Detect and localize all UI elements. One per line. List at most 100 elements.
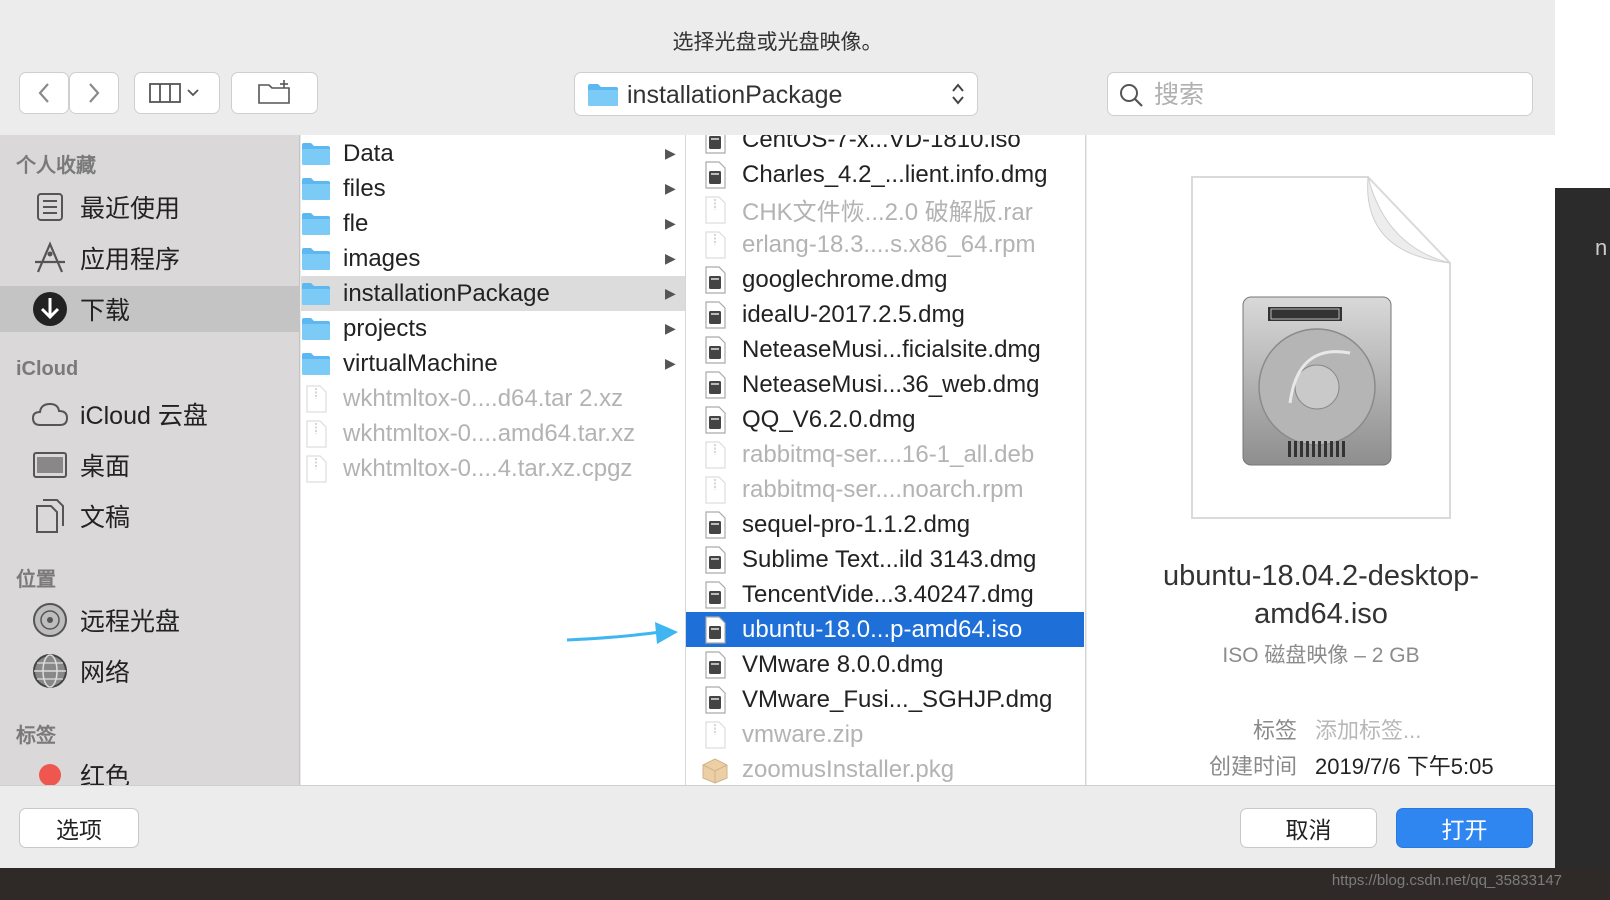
open-button[interactable]: 打开: [1396, 808, 1533, 848]
folder-row-virtualmachine[interactable]: virtualMachine ▶: [301, 346, 685, 381]
watermark: https://blog.csdn.net/qq_35833147: [1331, 872, 1562, 889]
disk-image-file-icon: [700, 265, 730, 294]
downloads-icon: [30, 289, 70, 329]
sidebar-item-downloads[interactable]: 下载: [0, 286, 299, 332]
item-name: fle: [343, 209, 369, 237]
item-name: installationPackage: [343, 279, 550, 307]
item-name: VMware_Fusi..._SGHJP.dmg: [742, 685, 1053, 713]
documents-icon: [30, 496, 70, 536]
archive-file-icon: [700, 475, 730, 504]
file-row-wkhtmltox-0-amd64-tar-xz[interactable]: wkhtmltox-0....amd64.tar.xz: [301, 416, 685, 451]
bottom-bar: 选项 取消 打开: [0, 785, 1555, 868]
file-row-rabbitmq-ser-16-1-all-deb[interactable]: rabbitmq-ser....16-1_all.deb: [686, 437, 1084, 472]
item-name: wkhtmltox-0....d64.tar 2.xz: [343, 384, 624, 412]
item-name: idealU-2017.2.5.dmg: [742, 300, 965, 328]
file-row-erlang-18-3-s-x86-64-rpm[interactable]: erlang-18.3....s.x86_64.rpm: [686, 227, 1084, 262]
file-row-wkhtmltox-0-4-tar-xz-cpgz[interactable]: wkhtmltox-0....4.tar.xz.cpgz: [301, 451, 685, 486]
file-row-wkhtmltox-0-d64-tar-2-xz[interactable]: wkhtmltox-0....d64.tar 2.xz: [301, 381, 685, 416]
item-name: images: [343, 244, 421, 272]
disk-image-file-icon: [700, 335, 730, 364]
sidebar-item-label: 文稿: [80, 504, 131, 532]
new-folder-button[interactable]: [231, 72, 318, 114]
locations-header: 位置: [16, 569, 56, 591]
disk-image-file-icon: [700, 615, 730, 644]
folder-icon: [301, 315, 331, 343]
folder-icon: [301, 140, 331, 168]
sidebar-item-applications[interactable]: 应用程序: [0, 235, 299, 281]
file-row-tencentvide-3-40247-dmg[interactable]: TencentVide...3.40247.dmg: [686, 577, 1084, 612]
file-row-qq-v6-2-0-dmg[interactable]: QQ_V6.2.0.dmg: [686, 402, 1084, 437]
sidebar-item-label: 网络: [80, 659, 131, 687]
search-input[interactable]: [1152, 79, 1516, 111]
folder-row-data[interactable]: Data ▶: [301, 136, 685, 171]
options-button[interactable]: 选项: [19, 808, 139, 848]
remote-disc-icon: [30, 600, 70, 640]
file-row-sequel-pro-1-1-2-dmg[interactable]: sequel-pro-1.1.2.dmg: [686, 507, 1084, 542]
file-row-vmware-fusi-sghjp-dmg[interactable]: VMware_Fusi..._SGHJP.dmg: [686, 682, 1084, 717]
disk-image-file-icon: [700, 370, 730, 399]
file-row-idealu-2017-2-5-dmg[interactable]: idealU-2017.2.5.dmg: [686, 297, 1084, 332]
sidebar-item-icloud-drive[interactable]: iCloud 云盘: [0, 391, 299, 437]
sidebar-item-label: iCloud 云盘: [80, 402, 208, 430]
file-row-chk-2-0-rar[interactable]: CHK文件恢...2.0 破解版.rar: [686, 192, 1084, 227]
archive-file-icon: [700, 195, 730, 224]
sidebar-item-tag-red[interactable]: 红色: [0, 752, 299, 785]
folder-icon: [301, 350, 331, 378]
item-name: TencentVide...3.40247.dmg: [742, 580, 1034, 608]
file-row-vmware-zip[interactable]: vmware.zip: [686, 717, 1084, 752]
file-row-centos-7-x-vd-1810-iso[interactable]: CentOS-7-x...VD-1810.iso: [686, 135, 1084, 157]
file-row-ubuntu-18-0-p-amd64-iso[interactable]: ubuntu-18.0...p-amd64.iso: [686, 612, 1084, 647]
item-name: googlechrome.dmg: [742, 265, 948, 293]
cancel-button[interactable]: 取消: [1240, 808, 1377, 848]
sidebar-item-label: 红色: [80, 763, 131, 785]
browser-column-1: Data ▶ files ▶ fle ▶ images ▶ installationPackag…: [301, 135, 686, 785]
preview-filename-line1: ubuntu-18.04.2-desktop-: [1163, 560, 1479, 592]
file-row-rabbitmq-ser-noarch-rpm[interactable]: rabbitmq-ser....noarch.rpm: [686, 472, 1084, 507]
background-glyph: n: [1595, 235, 1608, 260]
add-tags-field[interactable]: 添加标签...: [1315, 713, 1421, 745]
folder-row-installationpackage[interactable]: installationPackage ▶: [301, 276, 685, 311]
folder-row-images[interactable]: images ▶: [301, 241, 685, 276]
sidebar-item-desktop[interactable]: 桌面: [0, 442, 299, 488]
disclosure-arrow-icon: ▶: [665, 285, 676, 301]
file-row-vmware-8-0-0-dmg[interactable]: VMware 8.0.0.dmg: [686, 647, 1084, 682]
folder-icon: [301, 245, 331, 273]
sidebar-item-recents[interactable]: 最近使用: [0, 184, 299, 230]
sidebar-item-network[interactable]: 网络: [0, 648, 299, 694]
file-row-charles-4-2-lient-info-dmg[interactable]: Charles_4.2_...lient.info.dmg: [686, 157, 1084, 192]
item-name: NeteaseMusi...36_web.dmg: [742, 370, 1040, 398]
chevron-left-icon: [38, 83, 49, 103]
preview-filename: ubuntu-18.04.2-desktop- amd64.iso: [1087, 557, 1555, 633]
path-popup-button[interactable]: installationPackage: [574, 72, 978, 116]
archive-file-icon: [700, 230, 730, 259]
file-row-sublime-text-ild-3143-dmg[interactable]: Sublime Text...ild 3143.dmg: [686, 542, 1084, 577]
chevron-right-icon: [89, 83, 100, 103]
disk-image-file-icon: [700, 650, 730, 679]
file-row-googlechrome-dmg[interactable]: googlechrome.dmg: [686, 262, 1084, 297]
search-icon: [1120, 84, 1143, 107]
forward-button[interactable]: [69, 72, 119, 114]
view-mode-button[interactable]: [134, 72, 220, 114]
recents-icon: [30, 187, 70, 227]
folder-icon: [588, 84, 618, 106]
folder-row-projects[interactable]: projects ▶: [301, 311, 685, 346]
back-button[interactable]: [19, 72, 69, 114]
folder-row-files[interactable]: files ▶: [301, 171, 685, 206]
item-name: Sublime Text...ild 3143.dmg: [742, 545, 1037, 573]
disk-image-file-icon: [700, 545, 730, 574]
sidebar-item-remote-disc[interactable]: 远程光盘: [0, 597, 299, 643]
file-row-zoomusinstaller-pkg[interactable]: zoomusInstaller.pkg: [686, 752, 1084, 785]
search-field[interactable]: [1107, 72, 1533, 116]
item-name: CentOS-7-x...VD-1810.iso: [742, 135, 1021, 153]
file-row-neteasemusi-36-web-dmg[interactable]: NeteaseMusi...36_web.dmg: [686, 367, 1084, 402]
open-file-dialog: 选择光盘或光盘映像。 installationPackage 搜索 个人收藏 最…: [0, 0, 1555, 868]
applications-icon: [30, 238, 70, 278]
item-name: VMware 8.0.0.dmg: [742, 650, 944, 678]
sidebar-item-documents[interactable]: 文稿: [0, 493, 299, 539]
item-name: rabbitmq-ser....16-1_all.deb: [742, 440, 1035, 468]
sidebar-item-label: 最近使用: [80, 195, 181, 223]
icloud-header: iCloud: [16, 358, 79, 380]
package-icon: [700, 756, 730, 784]
folder-row-fle[interactable]: fle ▶: [301, 206, 685, 241]
file-row-neteasemusi-ficialsite-dmg[interactable]: NeteaseMusi...ficialsite.dmg: [686, 332, 1084, 367]
